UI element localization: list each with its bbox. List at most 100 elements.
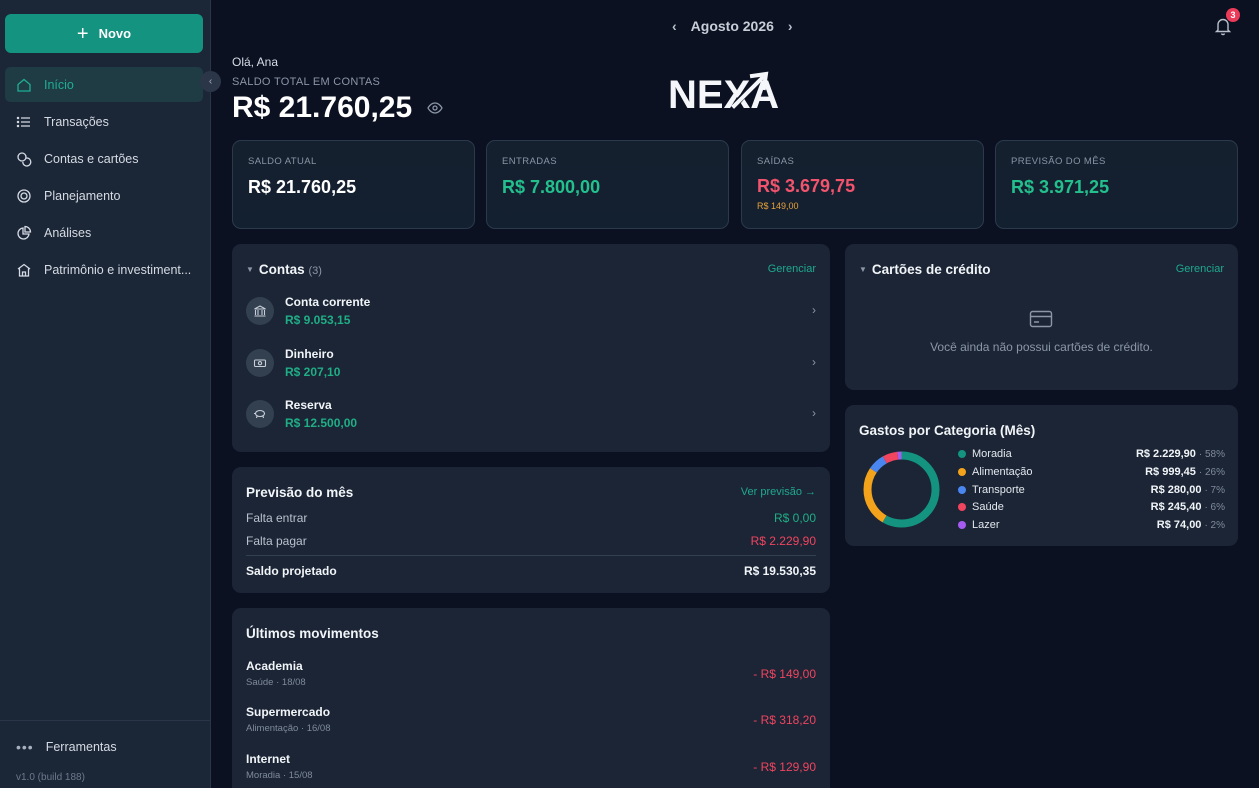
transaction-item[interactable]: Academia Saúde · 18/08 - R$ 149,00 bbox=[246, 659, 816, 693]
credit-cards-title-text: Cartões de crédito bbox=[871, 262, 991, 277]
target-icon bbox=[17, 188, 31, 203]
coins-icon bbox=[17, 151, 32, 167]
account-amount: R$ 12.500,00 bbox=[285, 416, 358, 430]
account-amount: R$ 207,10 bbox=[285, 365, 341, 379]
transaction-name: Academia bbox=[246, 659, 303, 673]
forecast-panel: Previsão do mês Ver previsão → Falta ent… bbox=[232, 467, 830, 593]
legend-pct: · 26% bbox=[1198, 466, 1225, 478]
forecast-total-value: R$ 19.530,35 bbox=[743, 564, 816, 578]
sidebar-divider bbox=[0, 720, 211, 721]
account-item[interactable]: Reserva R$ 12.500,00 › bbox=[246, 394, 816, 434]
stat-card-saidas: SAÍDAS R$ 3.679,75 R$ 149,00 bbox=[741, 140, 984, 229]
current-month: Agosto 2026 bbox=[690, 18, 774, 34]
transaction-meta: Alimentação · 16/08 bbox=[246, 723, 331, 734]
legend-item: Alimentação R$ 999,45 · 26% bbox=[958, 466, 1225, 478]
sidebar-item-analises[interactable]: Análises bbox=[5, 215, 203, 250]
legend-name: Moradia bbox=[972, 448, 1012, 460]
transaction-name: Supermercado bbox=[246, 705, 331, 719]
legend-value: R$ 280,00 bbox=[1150, 484, 1202, 496]
tools-button[interactable]: ••• Ferramentas bbox=[16, 739, 117, 755]
version-label: v1.0 (build 188) bbox=[16, 772, 85, 783]
caret-down-icon: ▼ bbox=[859, 265, 867, 274]
eye-icon[interactable] bbox=[427, 101, 443, 115]
accounts-title[interactable]: ▼ Contas (3) bbox=[246, 262, 322, 277]
account-amount: R$ 9.053,15 bbox=[285, 313, 351, 327]
transaction-amount: - R$ 318,20 bbox=[753, 713, 816, 727]
sidebar: + Novo Início Transações Contas e cartõe… bbox=[0, 0, 211, 788]
greeting: Olá, Ana bbox=[232, 55, 279, 69]
forecast-row: Falta entrar R$ 0,00 bbox=[246, 511, 816, 525]
legend-item: Lazer R$ 74,00 · 2% bbox=[958, 519, 1225, 531]
forecast-total-label: Saldo projetado bbox=[246, 564, 337, 578]
tools-label: Ferramentas bbox=[45, 740, 117, 754]
collapse-sidebar-button[interactable]: ‹ bbox=[200, 71, 221, 92]
sidebar-item-label: Análises bbox=[44, 225, 92, 240]
transaction-meta: Moradia · 15/08 bbox=[246, 770, 313, 781]
account-item[interactable]: Conta corrente R$ 9.053,15 › bbox=[246, 291, 816, 331]
account-item[interactable]: Dinheiro R$ 207,10 › bbox=[246, 343, 816, 383]
chevron-right-icon: › bbox=[812, 406, 816, 420]
plus-icon: + bbox=[76, 22, 89, 45]
month-selector: ‹ Agosto 2026 › bbox=[672, 18, 793, 34]
sidebar-item-planejamento[interactable]: Planejamento bbox=[5, 178, 203, 213]
chevron-left-icon: ‹ bbox=[208, 76, 213, 87]
sidebar-item-transacoes[interactable]: Transações bbox=[5, 104, 203, 139]
cash-icon bbox=[246, 349, 274, 377]
sidebar-nav: Início Transações Contas e cartões Plane… bbox=[5, 67, 203, 289]
manage-accounts-link[interactable]: Gerenciar bbox=[768, 263, 816, 275]
forecast-row-value: R$ 0,00 bbox=[773, 511, 816, 525]
recent-transactions-panel: Últimos movimentos Academia Saúde · 18/0… bbox=[232, 608, 830, 788]
transaction-item[interactable]: Internet Moradia · 15/08 - R$ 129,90 bbox=[246, 752, 816, 786]
legend-name: Lazer bbox=[972, 519, 1000, 531]
piggy-icon bbox=[246, 400, 274, 428]
stat-card-saldo-atual: SALDO ATUAL R$ 21.760,25 bbox=[232, 140, 475, 229]
legend-name: Saúde bbox=[972, 501, 1004, 513]
new-button[interactable]: + Novo bbox=[5, 14, 203, 53]
sidebar-item-label: Transações bbox=[44, 114, 109, 129]
sidebar-item-label: Início bbox=[44, 77, 74, 92]
recent-transactions-title: Últimos movimentos bbox=[246, 626, 379, 641]
forecast-title: Previsão do mês bbox=[246, 485, 354, 500]
legend-pct: · 6% bbox=[1204, 501, 1225, 513]
view-forecast-link[interactable]: Ver previsão → bbox=[741, 486, 816, 498]
total-balance-label: SALDO TOTAL EM CONTAS bbox=[232, 76, 381, 88]
stat-value: R$ 7.800,00 bbox=[502, 177, 601, 197]
legend-pct: · 58% bbox=[1198, 448, 1225, 460]
sidebar-item-patrimonio[interactable]: Patrimônio e investiment... bbox=[5, 252, 203, 287]
chevron-right-icon: › bbox=[812, 355, 816, 369]
stat-card-previsao: PREVISÃO DO MÊS R$ 3.971,25 bbox=[995, 140, 1238, 229]
legend-value: R$ 245,40 bbox=[1150, 501, 1202, 513]
sidebar-item-contas[interactable]: Contas e cartões bbox=[5, 141, 203, 176]
sidebar-item-label: Patrimônio e investiment... bbox=[44, 262, 192, 277]
credit-cards-panel: ▼ Cartões de crédito Gerenciar Você ainda… bbox=[845, 244, 1238, 390]
list-icon bbox=[16, 116, 30, 127]
legend-dot bbox=[958, 450, 966, 458]
forecast-total-row: Saldo projetado R$ 19.530,35 bbox=[246, 564, 816, 578]
manage-cards-link[interactable]: Gerenciar bbox=[1176, 263, 1224, 275]
credit-cards-title[interactable]: ▼ Cartões de crédito bbox=[859, 262, 990, 277]
stat-sub-value: R$ 149,00 bbox=[757, 201, 799, 211]
account-name: Dinheiro bbox=[285, 347, 334, 361]
sidebar-item-inicio[interactable]: Início bbox=[5, 67, 203, 102]
more-icon: ••• bbox=[16, 739, 34, 755]
forecast-row: Falta pagar R$ 2.229,90 bbox=[246, 534, 816, 548]
stat-value: R$ 21.760,25 bbox=[248, 177, 357, 197]
next-month-button[interactable]: › bbox=[788, 18, 793, 34]
legend-dot bbox=[958, 503, 966, 511]
no-cards-message: Você ainda não possui cartões de crédito… bbox=[930, 340, 1153, 354]
stat-value: R$ 3.679,75 bbox=[757, 176, 856, 196]
legend-dot bbox=[958, 521, 966, 529]
home-icon bbox=[17, 78, 31, 92]
transaction-meta: Saúde · 18/08 bbox=[246, 677, 306, 688]
legend-name: Transporte bbox=[972, 484, 1025, 496]
stat-label: ENTRADAS bbox=[502, 156, 557, 167]
legend-value: R$ 999,45 bbox=[1145, 466, 1196, 478]
transaction-item[interactable]: Supermercado Alimentação · 16/08 - R$ 31… bbox=[246, 705, 816, 739]
prev-month-button[interactable]: ‹ bbox=[672, 18, 677, 34]
divider bbox=[246, 555, 816, 556]
account-name: Reserva bbox=[285, 398, 332, 412]
sidebar-item-label: Contas e cartões bbox=[44, 151, 139, 166]
total-balance-value: R$ 21.760,25 bbox=[232, 91, 413, 124]
bank-icon bbox=[246, 297, 274, 325]
stat-label: PREVISÃO DO MÊS bbox=[1011, 156, 1106, 167]
